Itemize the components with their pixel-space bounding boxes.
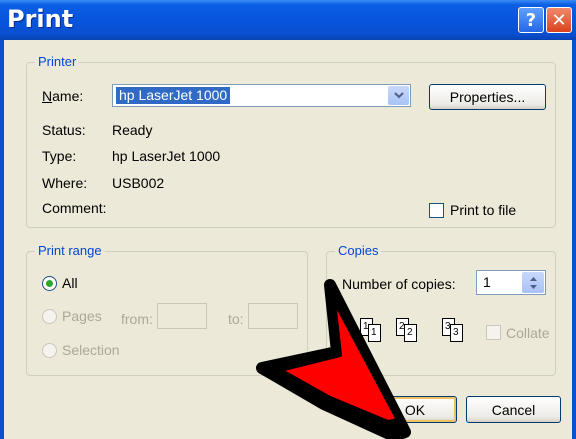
red-arrow-pointer-icon bbox=[256, 279, 411, 439]
